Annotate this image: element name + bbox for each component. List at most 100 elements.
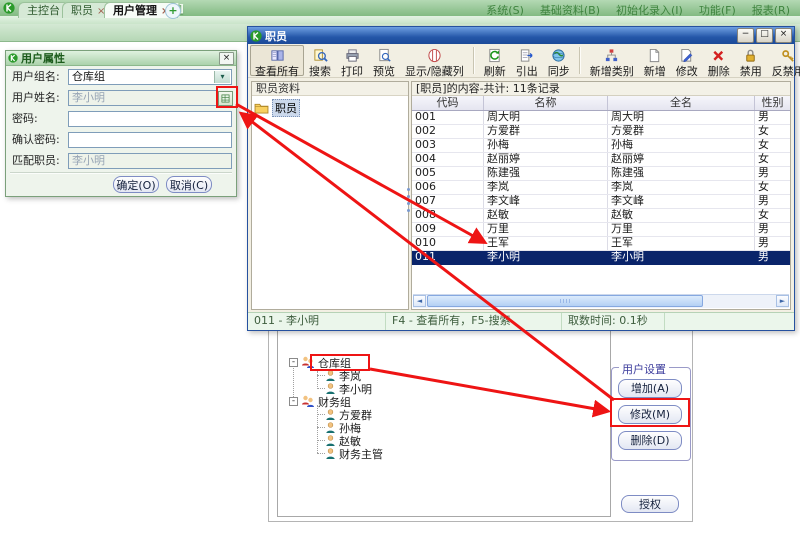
add-user-button[interactable]: 增加(A) xyxy=(618,379,682,398)
field-row-user-name: 用户姓名: 李小明 xyxy=(6,90,236,106)
user-icon xyxy=(325,370,336,382)
dialog-title-bar[interactable]: 用户属性 × xyxy=(6,51,236,66)
toolbar-preview-button[interactable]: 预览 xyxy=(368,45,400,76)
staff-category-header: 职员资料 xyxy=(252,82,408,96)
toolbar-search-button[interactable]: 搜索 xyxy=(304,45,336,76)
table-row[interactable]: 009万里万里男 xyxy=(412,223,790,237)
table-row[interactable]: 003孙梅孙梅女 xyxy=(412,139,790,153)
tree-collapse-icon[interactable]: - xyxy=(289,397,298,406)
show-hide-columns-icon xyxy=(427,48,442,63)
table-row[interactable]: 001周大明周大明男 xyxy=(412,111,790,125)
view-all-icon xyxy=(270,48,285,63)
toolbar-disable-button[interactable]: 禁用 xyxy=(735,45,767,76)
tree-connector xyxy=(317,427,325,428)
new-icon xyxy=(647,48,662,63)
dialog-title: 用户属性 xyxy=(21,50,219,66)
table-row[interactable]: 005陈建强陈建强男 xyxy=(412,167,790,181)
preview-icon xyxy=(377,48,392,63)
table-row[interactable]: 004赵丽婷赵丽婷女 xyxy=(412,153,790,167)
user-icon xyxy=(325,448,336,460)
staff-status-bar: 011 - 李小明 F4 - 查看所有，F5-搜索 取数时间: 0.1秒 xyxy=(248,312,794,330)
toolbar-new-button[interactable]: 新增 xyxy=(639,45,671,76)
toolbar-new-category-button[interactable]: 新增类别 xyxy=(585,45,639,76)
modify-icon xyxy=(679,48,694,63)
tree-connector xyxy=(317,440,325,441)
staff-window-content: 职员资料 职员 [职员]的内容-共计: 11条记录 代码 名称 全名 性别 00… xyxy=(248,78,794,313)
new-tab-button[interactable]: + xyxy=(165,3,181,19)
tree-collapse-icon[interactable]: - xyxy=(289,358,298,367)
column-header-code[interactable]: 代码 xyxy=(412,96,484,110)
user-group-icon xyxy=(301,356,315,369)
screen: 金蝶KIS云 - 商贸版 - [用户管理] 系统(S) 基础资料(B) 初始化录… xyxy=(0,0,800,539)
refresh-icon xyxy=(487,48,502,63)
field-row-matched-staff: 匹配职员: 李小明 xyxy=(6,153,236,169)
user-name-label: 用户姓名: xyxy=(12,90,66,106)
table-row[interactable]: 010王军王军男 xyxy=(412,237,790,251)
new-category-icon xyxy=(604,48,619,63)
status-shortcut-hint: F4 - 查看所有，F5-搜索 xyxy=(386,313,562,330)
column-header-name[interactable]: 名称 xyxy=(484,96,608,110)
maximize-button[interactable]: □ xyxy=(756,28,773,43)
browse-staff-button[interactable] xyxy=(218,91,233,106)
password-field[interactable] xyxy=(68,111,232,127)
status-empty xyxy=(665,313,794,330)
column-header-fullname[interactable]: 全名 xyxy=(608,96,755,110)
user-settings-title: 用户设置 xyxy=(619,361,669,377)
delete-user-button[interactable]: 删除(D) xyxy=(618,431,682,450)
grid-lookup-icon xyxy=(221,94,230,103)
tree-connector xyxy=(317,371,318,389)
table-row-selected[interactable]: 011李小明李小明男 xyxy=(412,251,790,265)
tree-connector xyxy=(317,388,325,389)
close-button[interactable]: × xyxy=(775,28,792,43)
staff-window-title-bar[interactable]: 职员 − □ × xyxy=(248,27,794,44)
user-properties-dialog: 用户属性 × 用户组名: 仓库组 ▾ 用户姓名: 李小明 密码: 确认密码: 匹… xyxy=(5,50,237,197)
user-icon xyxy=(325,409,336,421)
matched-staff-label: 匹配职员: xyxy=(12,153,66,169)
toolbar-export-button[interactable]: 引出 xyxy=(511,45,543,76)
authorize-button[interactable]: 授权 xyxy=(621,495,679,513)
matched-staff-field: 李小明 xyxy=(68,153,232,169)
tree-user-finance-manager[interactable]: 财务主管 xyxy=(325,447,383,460)
table-row[interactable]: 008赵敏赵敏女 xyxy=(412,209,790,223)
toolbar-show-hide-columns-button[interactable]: 显示/隐藏列 xyxy=(400,45,469,76)
staff-category-root[interactable]: 职员 xyxy=(254,99,406,117)
toolbar-print-button[interactable]: 打印 xyxy=(336,45,368,76)
staff-table-panel: [职员]的内容-共计: 11条记录 代码 名称 全名 性别 001周大明周大明男… xyxy=(411,81,791,310)
scroll-right-icon[interactable]: ► xyxy=(776,295,789,307)
delete-icon xyxy=(711,48,726,63)
tree-connector xyxy=(293,365,294,399)
tree-connector xyxy=(317,405,318,453)
user-group-icon xyxy=(301,395,315,408)
horizontal-scrollbar[interactable]: ◄ ► xyxy=(413,294,789,308)
confirm-password-field[interactable] xyxy=(68,132,232,148)
toolbar-modify-button[interactable]: 修改 xyxy=(671,45,703,76)
scrollbar-thumb[interactable] xyxy=(427,295,703,307)
kingdee-logo-icon xyxy=(250,30,262,42)
sync-icon xyxy=(551,48,566,63)
toolbar-refresh-button[interactable]: 刷新 xyxy=(479,45,511,76)
toolbar-undisable-button[interactable]: 反禁用 xyxy=(767,45,800,76)
user-group-label: 用户组名: xyxy=(12,69,66,85)
table-row[interactable]: 006李岚李岚女 xyxy=(412,181,790,195)
scroll-left-icon[interactable]: ◄ xyxy=(413,295,426,307)
toolbar-sync-button[interactable]: 同步 xyxy=(543,45,575,76)
modify-user-button[interactable]: 修改(M) xyxy=(618,405,682,424)
cancel-button[interactable]: 取消(C) xyxy=(166,176,212,193)
minimize-button[interactable]: − xyxy=(737,28,754,43)
table-row[interactable]: 002方爱群方爱群女 xyxy=(412,125,790,139)
column-header-gender[interactable]: 性别 xyxy=(755,96,790,110)
toolbar-delete-button[interactable]: 删除 xyxy=(703,45,735,76)
user-group-combobox[interactable]: 仓库组 ▾ xyxy=(68,69,232,85)
search-icon xyxy=(313,48,328,63)
toolbar-view-all-button[interactable]: 查看所有 xyxy=(250,45,304,76)
print-icon xyxy=(345,48,360,63)
chevron-down-icon[interactable]: ▾ xyxy=(214,71,230,83)
dialog-close-icon[interactable]: × xyxy=(219,52,234,65)
disable-icon xyxy=(743,48,758,63)
table-row[interactable]: 007李文峰李文峰男 xyxy=(412,195,790,209)
confirm-password-label: 确认密码: xyxy=(12,132,66,148)
staff-window-title: 职员 xyxy=(265,28,735,44)
toolbar-separator xyxy=(473,47,475,74)
ok-button[interactable]: 确定(O) xyxy=(113,176,159,193)
folder-icon xyxy=(254,102,269,114)
